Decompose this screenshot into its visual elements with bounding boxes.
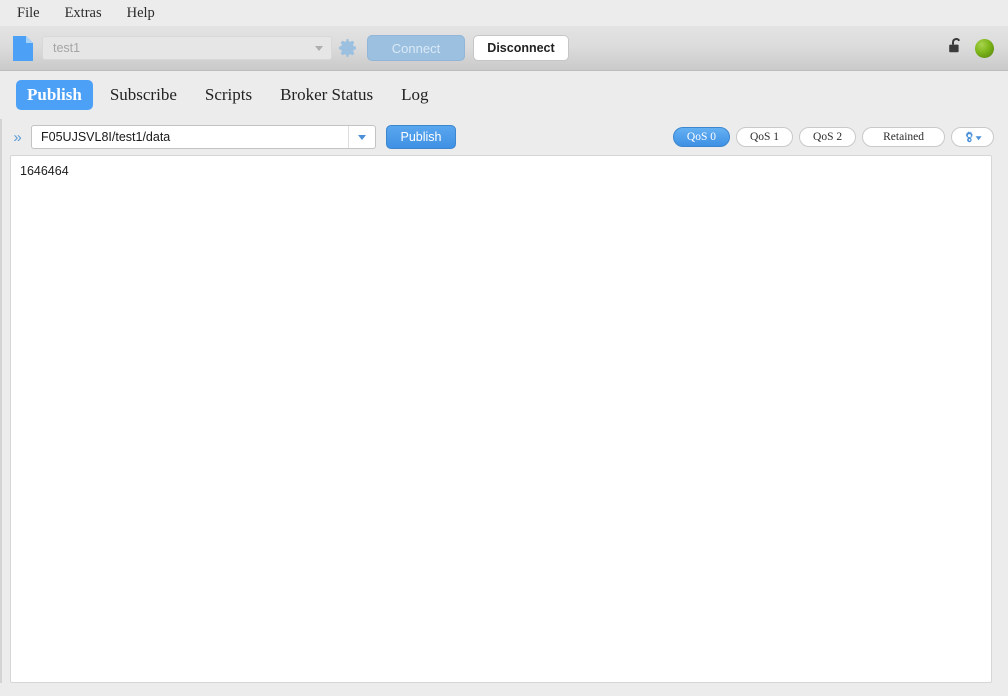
qos-0-button[interactable]: QoS 0 (672, 127, 730, 147)
connection-settings-gear-icon[interactable] (338, 38, 358, 58)
document-icon[interactable] (12, 35, 34, 62)
topic-combo[interactable]: F05UJSVL8I/test1/data (31, 125, 376, 149)
menu-bar: File Extras Help (0, 0, 1008, 26)
publish-topic-row: » F05UJSVL8I/test1/data Publish QoS 0 Qo… (1, 119, 1008, 155)
expand-chevrons-icon[interactable]: » (11, 130, 24, 145)
gears-icon (965, 131, 982, 142)
chevron-down-icon (315, 45, 323, 51)
connection-profile-select[interactable]: test1 (42, 36, 332, 60)
panel-left-divider (0, 119, 2, 683)
tab-scripts[interactable]: Scripts (194, 80, 263, 110)
menu-help[interactable]: Help (127, 6, 155, 21)
menu-file[interactable]: File (17, 6, 40, 21)
publish-panel: » F05UJSVL8I/test1/data Publish QoS 0 Qo… (0, 119, 1008, 696)
unlocked-padlock-icon[interactable] (946, 36, 966, 61)
retained-button[interactable]: Retained (862, 127, 945, 147)
publish-settings-button[interactable] (951, 127, 994, 147)
tab-subscribe[interactable]: Subscribe (99, 80, 188, 110)
connection-toolbar: test1 Connect Disconnect (0, 26, 1008, 71)
menu-extras[interactable]: Extras (65, 6, 102, 21)
connection-status-dot (975, 38, 994, 58)
publish-options: QoS 0 QoS 1 QoS 2 Retained (672, 127, 994, 147)
connect-button[interactable]: Connect (367, 35, 465, 61)
payload-editor[interactable]: 1646464 (10, 155, 992, 683)
publish-button[interactable]: Publish (386, 125, 456, 149)
tab-publish[interactable]: Publish (16, 80, 93, 110)
chevron-down-icon (358, 134, 366, 140)
tab-broker-status[interactable]: Broker Status (269, 80, 384, 110)
qos-1-button[interactable]: QoS 1 (735, 127, 794, 147)
main-tabs: Publish Subscribe Scripts Broker Status … (0, 71, 1008, 119)
connection-profile-value: test1 (53, 41, 81, 55)
tab-log[interactable]: Log (390, 80, 439, 110)
payload-text[interactable]: 1646464 (20, 163, 982, 181)
disconnect-button[interactable]: Disconnect (473, 35, 569, 61)
qos-2-button[interactable]: QoS 2 (799, 127, 857, 147)
toolbar-status-group (946, 36, 994, 61)
topic-dropdown-button[interactable] (348, 126, 375, 148)
topic-input[interactable]: F05UJSVL8I/test1/data (32, 130, 348, 144)
